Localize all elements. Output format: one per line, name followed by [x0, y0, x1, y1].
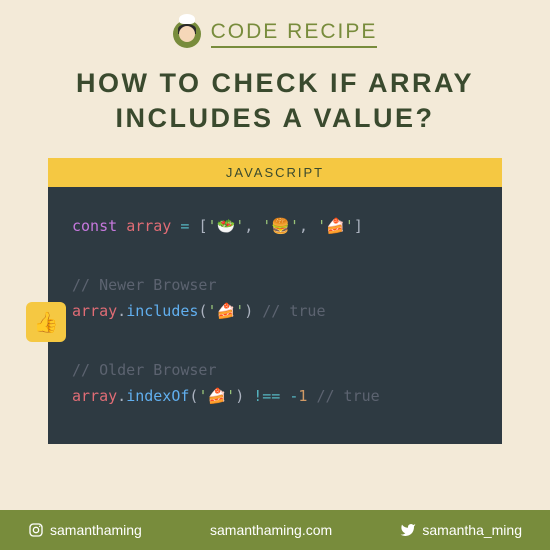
instagram-link[interactable]: samanthaming	[28, 522, 142, 538]
code-block: JAVASCRIPT const array = ['🥗', '🍔', '🍰']…	[48, 158, 502, 444]
twitter-handle: samantha_ming	[422, 522, 522, 538]
comment-newer: // Newer Browser	[72, 274, 478, 297]
twitter-icon	[400, 522, 416, 538]
code-body: const array = ['🥗', '🍔', '🍰'] // Newer B…	[48, 187, 502, 444]
comment-older: // Older Browser	[72, 359, 478, 382]
website-link[interactable]: samanthaming.com	[210, 522, 332, 538]
brand-text: CODE RECIPE	[211, 20, 378, 48]
thumbs-up-badge: 👍	[26, 302, 66, 342]
page-title: HOW TO CHECK IF ARRAY INCLUDES A VALUE?	[0, 48, 550, 158]
logo-icon	[173, 20, 201, 48]
footer: samanthaming samanthaming.com samantha_m…	[0, 510, 550, 550]
instagram-icon	[28, 522, 44, 538]
instagram-handle: samanthaming	[50, 522, 142, 538]
thumbs-up-icon: 👍	[34, 310, 59, 335]
code-language-label: JAVASCRIPT	[48, 158, 502, 187]
twitter-link[interactable]: samantha_ming	[400, 522, 522, 538]
code-line-includes: array.includes('🍰') // true	[72, 300, 478, 323]
code-line-declaration: const array = ['🥗', '🍔', '🍰']	[72, 215, 478, 238]
header: CODE RECIPE	[0, 0, 550, 48]
code-line-indexof: array.indexOf('🍰') !== -1 // true	[72, 385, 478, 408]
